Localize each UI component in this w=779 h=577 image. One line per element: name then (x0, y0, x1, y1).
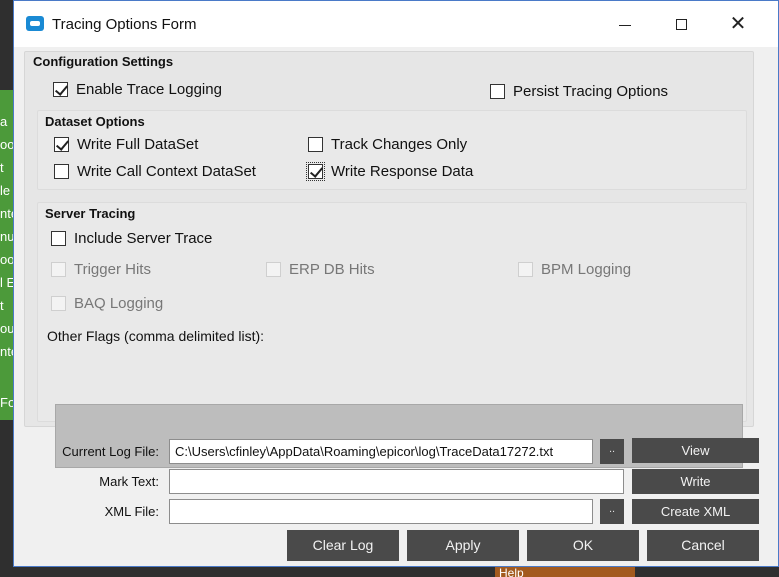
trigger-hits-checkbox: Trigger Hits (51, 261, 151, 278)
minimize-icon (619, 25, 631, 26)
xml-file-field[interactable] (169, 499, 593, 524)
checkbox-label: Persist Tracing Options (513, 83, 669, 100)
browse-xml-file-button[interactable]: .. (600, 499, 624, 524)
persist-tracing-options-checkbox[interactable]: Persist Tracing Options (490, 83, 668, 100)
minimize-button[interactable] (614, 13, 638, 37)
checkbox-unchecked-icon (490, 84, 505, 99)
bg-text: ou (0, 321, 14, 336)
checkbox-label: Include Server Trace (74, 230, 213, 247)
checkbox-label: Track Changes Only (331, 136, 468, 153)
clear-log-button[interactable]: Clear Log (287, 530, 399, 561)
bg-text: nte (0, 344, 14, 359)
other-flags-label: Other Flags (comma delimited list): (47, 328, 265, 344)
checkbox-label: Trigger Hits (74, 261, 151, 278)
bpm-logging-checkbox: BPM Logging (518, 261, 631, 278)
checkbox-disabled-icon (51, 262, 66, 277)
window-title: Tracing Options Form (52, 16, 197, 33)
baq-logging-checkbox: BAQ Logging (51, 295, 163, 312)
bg-text: nte (0, 206, 14, 221)
checkbox-disabled-icon (518, 262, 533, 277)
server-tracing-group: Server Tracing Include Server Trace Trig… (37, 202, 747, 422)
checkbox-checked-icon (53, 82, 68, 97)
checkbox-unchecked-icon (308, 137, 323, 152)
app-icon (26, 16, 44, 31)
bg-text: t (0, 298, 4, 313)
write-call-context-dataset-checkbox[interactable]: Write Call Context DataSet (54, 163, 256, 180)
track-changes-only-checkbox[interactable]: Track Changes Only (308, 136, 467, 153)
bg-text: a (0, 114, 8, 129)
checkbox-checked-icon (306, 162, 325, 181)
maximize-button[interactable] (670, 13, 694, 37)
create-xml-button[interactable]: Create XML (632, 499, 759, 524)
erp-db-hits-checkbox: ERP DB Hits (266, 261, 375, 278)
bg-text: l E (0, 275, 14, 290)
checkbox-label: BPM Logging (541, 261, 632, 278)
mark-text-field[interactable] (169, 469, 624, 494)
checkbox-disabled-icon (51, 296, 66, 311)
write-response-data-checkbox[interactable]: Write Response Data (306, 162, 474, 181)
configuration-settings-group: Configuration Settings Enable Trace Logg… (24, 51, 754, 468)
cancel-button[interactable]: Cancel (647, 530, 759, 561)
tracing-options-dialog: Tracing Options Form ✕ Configuration Set… (13, 0, 779, 567)
bg-text: le (0, 183, 11, 198)
checkbox-label: Write Full DataSet (77, 136, 199, 153)
write-full-dataset-checkbox[interactable]: Write Full DataSet (54, 136, 198, 153)
mark-text-label: Mark Text: (99, 474, 159, 489)
write-button[interactable]: Write (632, 469, 759, 494)
bg-text: oo (0, 137, 14, 152)
view-button[interactable]: View (632, 438, 759, 463)
title-bar[interactable]: Tracing Options Form ✕ (14, 1, 778, 47)
checkbox-unchecked-icon (51, 231, 66, 246)
ok-button[interactable]: OK (527, 530, 639, 561)
group-title-configuration: Configuration Settings (33, 54, 174, 69)
maximize-icon (676, 19, 687, 30)
xml-file-label: XML File: (104, 504, 159, 519)
checkbox-label: BAQ Logging (74, 295, 164, 312)
checkbox-disabled-icon (266, 262, 281, 277)
current-log-file-label: Current Log File: (62, 444, 159, 459)
dataset-options-group: Dataset Options Write Full DataSet Track… (37, 110, 747, 190)
browse-log-file-button[interactable]: .. (600, 439, 624, 464)
enable-trace-logging-checkbox[interactable]: Enable Trace Logging (53, 81, 222, 98)
checkbox-label: ERP DB Hits (289, 261, 375, 278)
apply-button[interactable]: Apply (407, 530, 519, 561)
group-title-dataset: Dataset Options (45, 114, 145, 129)
checkbox-label: Write Call Context DataSet (77, 163, 256, 180)
include-server-trace-checkbox[interactable]: Include Server Trace (51, 230, 212, 247)
close-button[interactable]: ✕ (726, 13, 750, 37)
checkbox-unchecked-icon (54, 164, 69, 179)
close-icon: ✕ (729, 13, 747, 35)
current-log-file-field[interactable]: C:\Users\cfinley\AppData\Roaming\epicor\… (169, 439, 593, 464)
checkbox-label: Write Response Data (331, 163, 474, 180)
checkbox-checked-icon (54, 137, 69, 152)
checkbox-label: Enable Trace Logging (76, 81, 222, 98)
group-title-server-tracing: Server Tracing (45, 206, 136, 221)
bg-text: oo (0, 252, 14, 267)
bg-text: nu (0, 229, 14, 244)
background-app-panel: a oo t le nte nu oo l E t ou nte (0, 90, 14, 420)
bg-text: t (0, 160, 4, 175)
